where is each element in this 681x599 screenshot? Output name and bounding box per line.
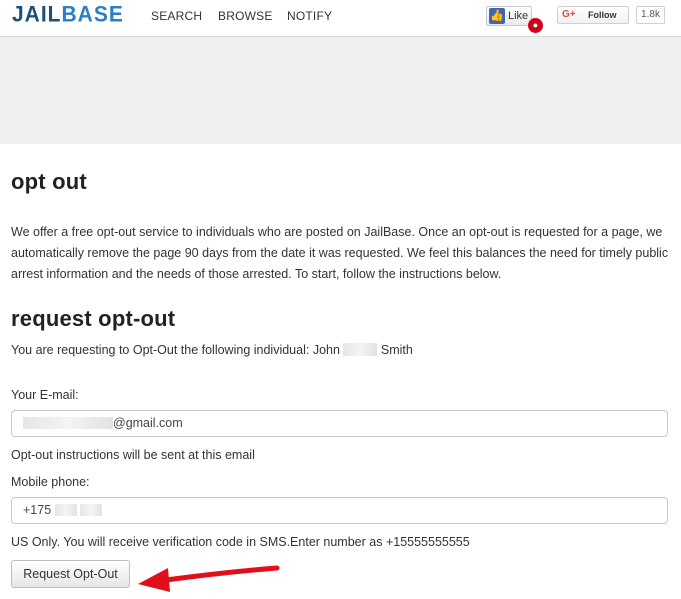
phone-prefix: +175 xyxy=(23,503,52,517)
requesting-individual-line: You are requesting to Opt-Out the follow… xyxy=(11,343,413,357)
redacted-middle-name xyxy=(343,343,378,356)
redacted-phone-part-1 xyxy=(54,504,77,516)
logo-jail: JAIL xyxy=(12,2,62,27)
mobile-phone-field[interactable]: +175 xyxy=(11,497,668,524)
phone-label: Mobile phone: xyxy=(11,475,90,489)
lips-icon: ● xyxy=(528,18,543,33)
redacted-email-user xyxy=(23,417,113,429)
thumbs-up-icon: 👍 xyxy=(489,8,505,24)
email-field[interactable]: @gmail.com xyxy=(11,410,668,437)
intro-paragraph: We offer a free opt-out service to indiv… xyxy=(11,225,669,281)
request-opt-out-button[interactable]: Request Opt-Out xyxy=(11,560,130,588)
ad-banner-area xyxy=(0,37,681,144)
follow-label: Follow xyxy=(588,10,617,20)
page-title: opt out xyxy=(11,169,87,194)
google-plus-follow-button[interactable]: G+ Follow xyxy=(557,6,629,24)
individual-first-name: John xyxy=(312,343,340,357)
requesting-text: You are requesting to Opt-Out the follow… xyxy=(11,343,310,357)
email-label: Your E-mail: xyxy=(11,388,79,402)
nav-notify-link[interactable]: NOTIFY xyxy=(287,9,332,23)
facebook-like-button[interactable]: 👍 Like xyxy=(486,6,532,26)
red-annotation-arrow-icon xyxy=(138,565,280,592)
section-title: request opt-out xyxy=(11,306,176,331)
like-label: Like xyxy=(508,10,529,22)
nav-browse-link[interactable]: BROWSE xyxy=(218,9,273,23)
redacted-phone-part-2 xyxy=(80,504,103,516)
nav-search-link[interactable]: SEARCH xyxy=(151,9,202,23)
email-domain: @gmail.com xyxy=(113,416,183,430)
logo-base: BASE xyxy=(61,2,124,27)
phone-note: US Only. You will receive verification c… xyxy=(11,535,470,549)
individual-last-name: Smith xyxy=(380,343,413,357)
jailbase-logo[interactable]: JAILBASE xyxy=(12,2,124,27)
top-navbar: JAILBASE SEARCH BROWSE NOTIFY 👍 Like ● G… xyxy=(0,0,681,37)
follow-count: 1.8k xyxy=(636,6,665,24)
google-plus-icon: G+ xyxy=(562,9,576,20)
email-note: Opt-out instructions will be sent at thi… xyxy=(11,448,255,462)
